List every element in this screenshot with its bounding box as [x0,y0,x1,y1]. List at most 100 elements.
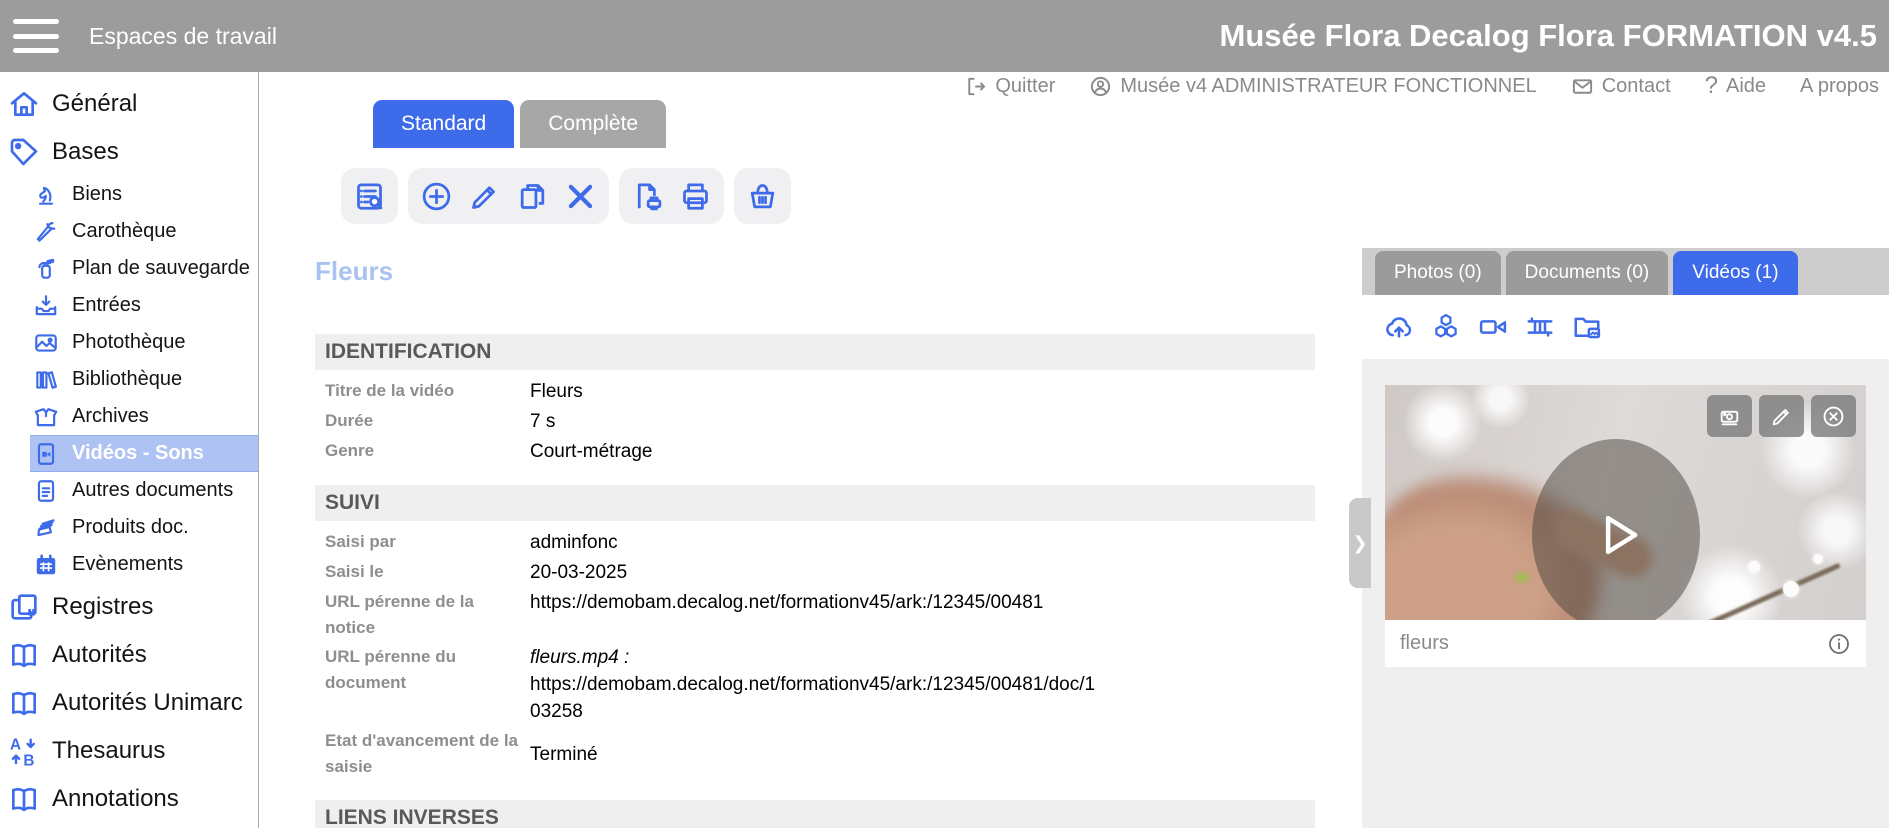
view-tabs: Standard Complète [373,100,1362,148]
quit-button[interactable]: Quitter [964,75,1055,98]
document-icon [33,478,59,504]
open-book-icon [8,639,40,671]
tag-icon [8,136,40,168]
svg-text:A: A [10,737,21,754]
hamburger-icon[interactable] [13,19,59,53]
media-body: fleurs [1362,359,1889,828]
tab-photos[interactable]: Photos (0) [1375,251,1501,295]
field-saisi-le: Saisi le 20-03-2025 [325,559,1315,586]
thumbnail-actions [1707,395,1856,437]
open-book-icon [8,783,40,815]
books-icon [33,367,59,393]
cubes-icon[interactable] [1431,312,1461,342]
toolbar-group-print [619,168,724,224]
field-url-notice: URL pérenne de la notice https://demobam… [325,589,1315,641]
workspace-label: Espaces de travail [89,23,277,50]
sidebar-item-biens[interactable]: Biens [30,176,258,213]
field-etat: Etat d'avancement de la saisie Terminé [325,728,1315,780]
remove-media-button[interactable] [1811,395,1856,437]
duplicate-icon[interactable] [516,180,549,213]
record-area: Standard Complète [259,100,1362,828]
record-toolbar [341,168,1362,224]
sidebar-item-entrees[interactable]: Entrées [30,287,258,324]
folder-image-icon[interactable] [1572,312,1602,342]
edit-pencil-icon[interactable] [468,180,501,213]
video-footer: fleurs [1385,620,1866,667]
toolbar-group-search [341,168,398,224]
info-icon[interactable] [1827,632,1851,656]
printer-icon[interactable] [679,180,712,213]
file-print-icon[interactable] [631,180,664,213]
svg-text:B: B [23,753,34,767]
video-card: fleurs [1385,385,1866,667]
top-header: Espaces de travail Musée Flora Decalog F… [0,0,1889,72]
question-mark-icon: ? [1705,72,1718,100]
toolbar-group-basket [734,168,791,224]
upload-icon[interactable] [1384,312,1414,342]
photo-icon [33,330,59,356]
play-button[interactable] [1532,439,1700,620]
filmstrip-icon[interactable] [1525,312,1555,342]
sidebar-item-bibliotheque[interactable]: Bibliothèque [30,361,258,398]
fire-extinguisher-icon [33,256,59,282]
sidebar-item-bases[interactable]: Bases [0,128,258,176]
video-camera-icon[interactable] [1478,312,1508,342]
sidebar-item-phototheque[interactable]: Photothèque [30,324,258,361]
paper-stack-icon [33,515,59,541]
user-circle-icon [1089,75,1112,98]
capture-button[interactable] [1707,395,1752,437]
sidebar-item-carotheque[interactable]: Carothèque [30,213,258,250]
field-saisi-par: Saisi par adminfonc [325,529,1315,556]
field-titre: Titre de la vidéo Fleurs [325,378,1315,405]
help-button[interactable]: ? Aide [1705,72,1766,100]
sidebar-item-autorites-unimarc[interactable]: Autorités Unimarc [0,679,258,727]
sidebar-item-archives[interactable]: Archives [30,398,258,435]
user-menu[interactable]: Musée v4 ADMINISTRATEUR FONCTIONNEL [1089,75,1536,98]
home-icon [8,88,40,120]
panel-collapse-handle[interactable]: ❯ [1349,498,1371,588]
sidebar-item-produits-doc[interactable]: Produits doc. [30,509,258,546]
record-title: Fleurs [315,256,1362,286]
video-name: fleurs [1400,632,1449,655]
sort-az-icon: AB [8,735,40,767]
chevron-right-icon: ❯ [1352,533,1367,554]
knight-icon [33,182,59,208]
sidebar-item-registres[interactable]: Registres [0,583,258,631]
video-thumbnail[interactable] [1385,385,1866,620]
sidebar-item-videos-sons[interactable]: Vidéos - Sons [30,435,258,472]
inbox-arrow-icon [33,293,59,319]
add-circle-icon[interactable] [420,180,453,213]
sidebar: Général Bases Biens Carothèque Plan de s… [0,72,259,828]
sidebar-item-thesaurus[interactable]: AB Thesaurus [0,727,258,775]
tab-standard[interactable]: Standard [373,100,514,148]
media-panel: Photos (0) Documents (0) Vidéos (1) [1362,248,1889,828]
tab-complete[interactable]: Complète [520,100,666,148]
sidebar-item-autorites[interactable]: Autorités [0,631,258,679]
open-book-icon [8,687,40,719]
basket-icon[interactable] [746,180,779,213]
envelope-icon [1571,75,1594,98]
registers-icon [8,591,40,623]
field-url-document: URL pérenne du document fleurs.mp4 : htt… [325,644,1315,725]
media-panel-column: ❯ Photos (0) Documents (0) Vidéos (1) [1362,100,1889,828]
sidebar-item-annotations[interactable]: Annotations [0,775,258,823]
edit-media-button[interactable] [1759,395,1804,437]
video-file-icon [33,441,59,467]
sidebar-item-evenements[interactable]: Evènements [30,546,258,583]
tab-videos[interactable]: Vidéos (1) [1673,251,1797,295]
section-liens-inverses: LIENS INVERSES [315,800,1315,828]
toolbar-group-edit [408,168,609,224]
delete-x-icon[interactable] [564,180,597,213]
section-suivi: SUIVI [315,485,1315,521]
list-search-icon[interactable] [353,180,386,213]
document-url: https://demobam.decalog.net/formationv45… [530,674,1095,722]
contact-button[interactable]: Contact [1571,75,1671,98]
tab-documents[interactable]: Documents (0) [1506,251,1669,295]
sidebar-item-general[interactable]: Général [0,80,258,128]
sidebar-item-plan-sauvegarde[interactable]: Plan de sauvegarde [30,250,258,287]
sidebar-item-autres-documents[interactable]: Autres documents [30,472,258,509]
top-menubar: Quitter Musée v4 ADMINISTRATEUR FONCTION… [259,72,1889,100]
record-sections: IDENTIFICATION Titre de la vidéo Fleurs … [315,334,1315,828]
about-button[interactable]: A propos [1800,75,1879,98]
core-sample-icon [33,219,59,245]
